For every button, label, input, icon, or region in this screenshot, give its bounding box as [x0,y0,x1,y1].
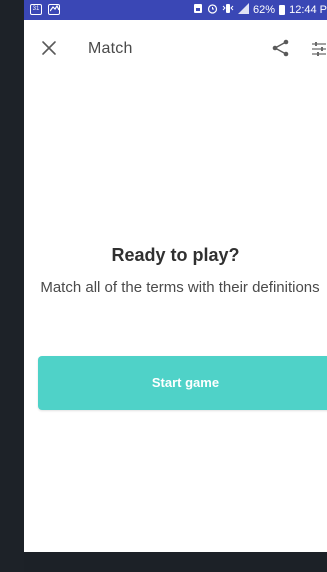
share-icon [272,39,289,57]
calendar-icon: 31 [30,4,42,15]
clock: 12:44 P [289,3,327,16]
close-button[interactable] [38,37,60,59]
ready-heading: Ready to play? [111,245,240,265]
status-left-icons: 31 [30,4,60,15]
instructions-text: Match all of the terms with their defini… [40,279,320,296]
sim-icon [193,3,203,17]
signal-icon [238,3,250,17]
gallery-icon [48,4,60,15]
battery-percent: 62% [253,3,276,16]
alarm-icon [207,3,218,17]
left-edge [0,0,24,572]
vibrate-icon [222,3,234,17]
status-right: 62% 12:44 P [193,3,327,17]
page-title: Match [88,40,133,57]
sliders-icon [312,42,326,56]
close-icon [42,41,56,55]
app-screen: 31 62% 12:44 P Match Ready to play? Matc… [24,0,327,552]
share-button[interactable] [271,38,291,58]
status-bar: 31 62% 12:44 P [24,0,327,20]
toolbar: Match [24,20,327,76]
start-game-button[interactable]: Start game [38,356,327,410]
settings-button[interactable] [310,39,327,59]
battery-icon [279,5,286,15]
